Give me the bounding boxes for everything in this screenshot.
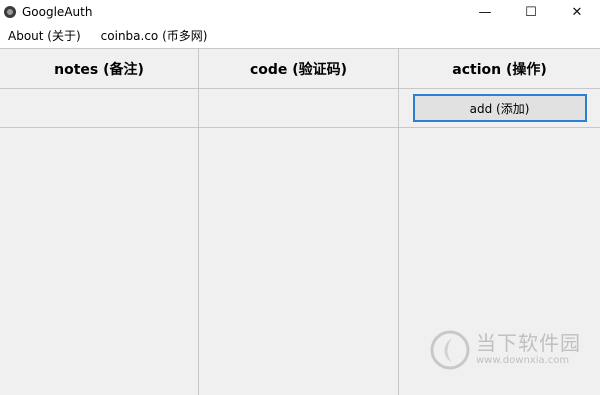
code-column: code (验证码) [199, 49, 399, 395]
app-icon [4, 6, 16, 18]
code-header: code (验证码) [199, 49, 398, 89]
watermark: 当下软件园 www.downxia.com [430, 330, 581, 370]
add-button[interactable]: add (添加) [412, 94, 587, 122]
window-controls: — ☐ ✕ [462, 0, 600, 24]
watermark-brand: 当下软件园 [476, 331, 581, 355]
minimize-button[interactable]: — [462, 0, 508, 24]
code-cell [199, 89, 398, 128]
notes-column: notes (备注) [0, 49, 199, 395]
menu-item-about[interactable]: About (关于) [0, 24, 89, 48]
watermark-url: www.downxia.com [476, 355, 570, 366]
menu-item-coinba[interactable]: coinba.co (币多网) [93, 24, 216, 48]
action-header: action (操作) [399, 49, 600, 89]
maximize-icon: ☐ [525, 4, 537, 20]
notes-cell [0, 89, 198, 128]
downxia-logo-icon [430, 330, 470, 370]
close-icon: ✕ [571, 4, 583, 20]
window-title: GoogleAuth [22, 5, 93, 19]
title-bar: GoogleAuth — ☐ ✕ [0, 0, 600, 24]
maximize-button[interactable]: ☐ [508, 0, 554, 24]
close-button[interactable]: ✕ [554, 0, 600, 24]
menu-bar: About (关于) coinba.co (币多网) [0, 24, 600, 48]
notes-header: notes (备注) [0, 49, 198, 89]
action-cell: add (添加) [399, 89, 600, 128]
minimize-icon: — [478, 4, 492, 20]
watermark-text: 当下软件园 www.downxia.com [476, 332, 581, 368]
